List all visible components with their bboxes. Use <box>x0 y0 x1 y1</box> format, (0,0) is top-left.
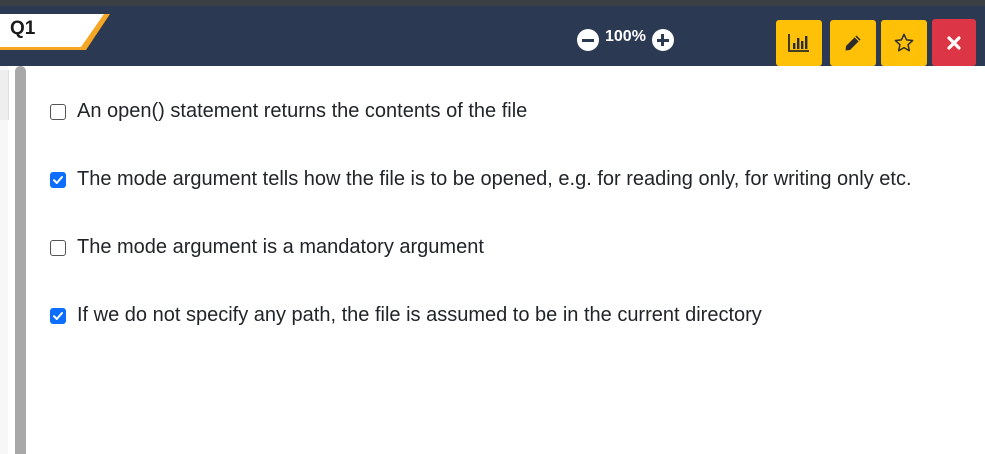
stats-button[interactable] <box>776 20 822 66</box>
question-header: Q1 100% <box>0 6 985 66</box>
plus-icon <box>661 34 665 46</box>
option-2-checkbox[interactable] <box>50 171 66 188</box>
close-button[interactable] <box>932 19 976 66</box>
option-1-checkbox[interactable] <box>50 103 66 120</box>
zoom-control: 100% <box>577 28 674 52</box>
option-2[interactable]: The mode argument tells how the file is … <box>50 168 912 191</box>
zoom-level: 100% <box>605 28 646 45</box>
option-4-text: If we do not specify any path, the file … <box>77 304 762 326</box>
option-3[interactable]: The mode argument is a mandatory argumen… <box>50 236 484 259</box>
option-4[interactable]: If we do not specify any path, the file … <box>50 304 762 327</box>
option-1[interactable]: An open() statement returns the contents… <box>50 100 527 123</box>
vertical-scrollbar[interactable] <box>15 66 26 454</box>
zoom-in-button[interactable] <box>651 29 674 51</box>
edit-button[interactable] <box>830 20 876 66</box>
bar-chart-icon <box>788 34 809 52</box>
side-panel-tab[interactable] <box>0 70 9 120</box>
option-3-checkbox[interactable] <box>50 239 66 256</box>
favorite-button[interactable] <box>881 20 927 66</box>
question-number: Q1 <box>10 18 36 39</box>
checkmark-icon <box>53 311 63 320</box>
side-panel-edge <box>0 66 8 454</box>
close-icon <box>947 35 961 50</box>
question-tab[interactable]: Q1 <box>0 14 110 50</box>
minus-icon <box>582 38 594 42</box>
checkmark-icon <box>53 175 63 184</box>
option-2-text: The mode argument tells how the file is … <box>77 168 912 190</box>
zoom-out-button[interactable] <box>577 29 599 51</box>
option-4-checkbox[interactable] <box>50 307 66 324</box>
star-outline-icon <box>894 33 914 52</box>
option-1-text: An open() statement returns the contents… <box>77 100 528 122</box>
option-3-text: The mode argument is a mandatory argumen… <box>77 236 484 258</box>
pencil-icon <box>845 35 861 51</box>
